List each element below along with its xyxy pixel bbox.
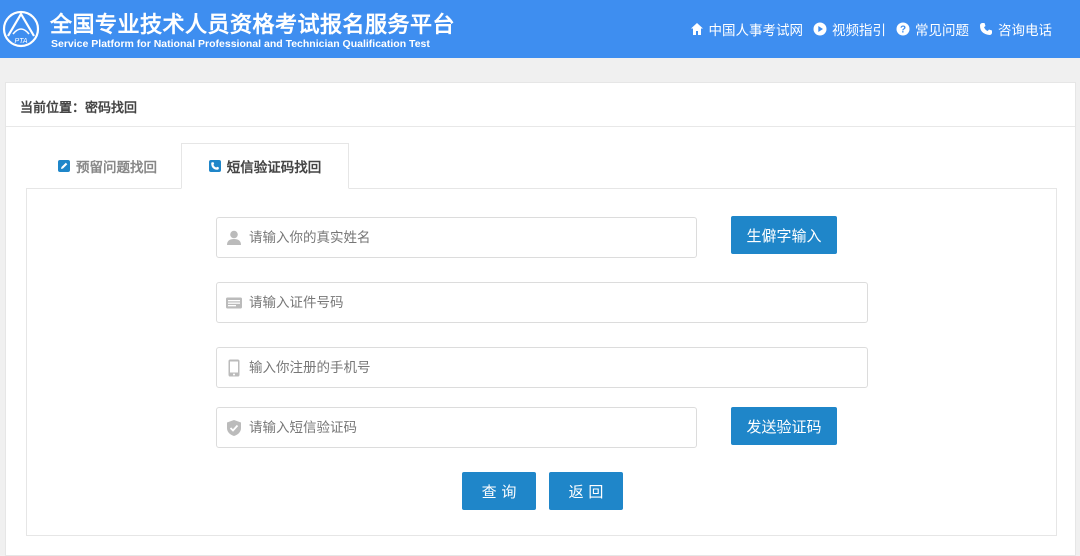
send-code-button[interactable]: 发送验证码 xyxy=(731,407,837,445)
tab-content: 生僻字输入 发送验证码 查 询 返 回 xyxy=(26,188,1057,536)
tab-question-recovery[interactable]: 预留问题找回 xyxy=(58,143,157,189)
nav-label: 视频指引 xyxy=(832,23,886,39)
nav-link-cpta[interactable]: 中国人事考试网 xyxy=(690,19,804,39)
mobile-icon xyxy=(228,359,240,376)
top-nav: 中国人事考试网 视频指引 ? 常见问题 咨询电话 xyxy=(690,19,1052,39)
id-number-input[interactable] xyxy=(249,283,867,322)
sms-code-field[interactable] xyxy=(216,407,697,448)
nav-label: 常见问题 xyxy=(915,23,969,39)
phone-icon xyxy=(980,23,992,35)
query-button[interactable]: 查 询 xyxy=(462,472,536,510)
home-icon xyxy=(690,23,703,35)
user-icon xyxy=(227,230,241,245)
phone-field[interactable] xyxy=(216,347,868,388)
pta-logo-icon: PTA xyxy=(2,10,40,48)
nav-link-hotline[interactable]: 咨询电话 xyxy=(979,19,1052,39)
svg-text:?: ? xyxy=(900,25,906,36)
logo-text: PTA xyxy=(14,38,27,45)
site-subtitle: Service Platform for National Profession… xyxy=(51,38,430,50)
edit-icon xyxy=(58,160,70,172)
tab-label: 预留问题找回 xyxy=(76,160,157,176)
nav-link-video-guide[interactable]: 视频指引 xyxy=(813,19,886,39)
divider xyxy=(6,126,1075,127)
nav-link-faq[interactable]: ? 常见问题 xyxy=(896,19,969,39)
site-title: 全国专业技术人员资格考试报名服务平台 xyxy=(50,13,456,38)
id-card-icon xyxy=(226,297,242,308)
main-panel: 当前位置：密码找回 预留问题找回 短信验证码找回 生僻字输入 发送验证码 查 询… xyxy=(5,82,1076,556)
tab-sms-recovery[interactable]: 短信验证码找回 xyxy=(181,143,349,189)
tab-label: 短信验证码找回 xyxy=(226,160,322,176)
question-icon: ? xyxy=(896,22,910,36)
sms-code-input[interactable] xyxy=(249,408,696,447)
nav-label: 中国人事考试网 xyxy=(708,23,804,39)
phone-input[interactable] xyxy=(249,348,867,387)
name-input[interactable] xyxy=(249,218,696,257)
breadcrumb: 当前位置：密码找回 xyxy=(20,101,138,116)
back-button[interactable]: 返 回 xyxy=(549,472,623,510)
top-header: PTA 全国专业技术人员资格考试报名服务平台 Service Platform … xyxy=(0,0,1080,58)
rare-char-input-button[interactable]: 生僻字输入 xyxy=(731,216,837,254)
play-icon xyxy=(813,22,827,36)
id-number-field[interactable] xyxy=(216,282,868,323)
phone-icon xyxy=(208,160,221,172)
name-field[interactable] xyxy=(216,217,697,258)
nav-label: 咨询电话 xyxy=(998,23,1052,39)
shield-icon xyxy=(227,419,241,436)
